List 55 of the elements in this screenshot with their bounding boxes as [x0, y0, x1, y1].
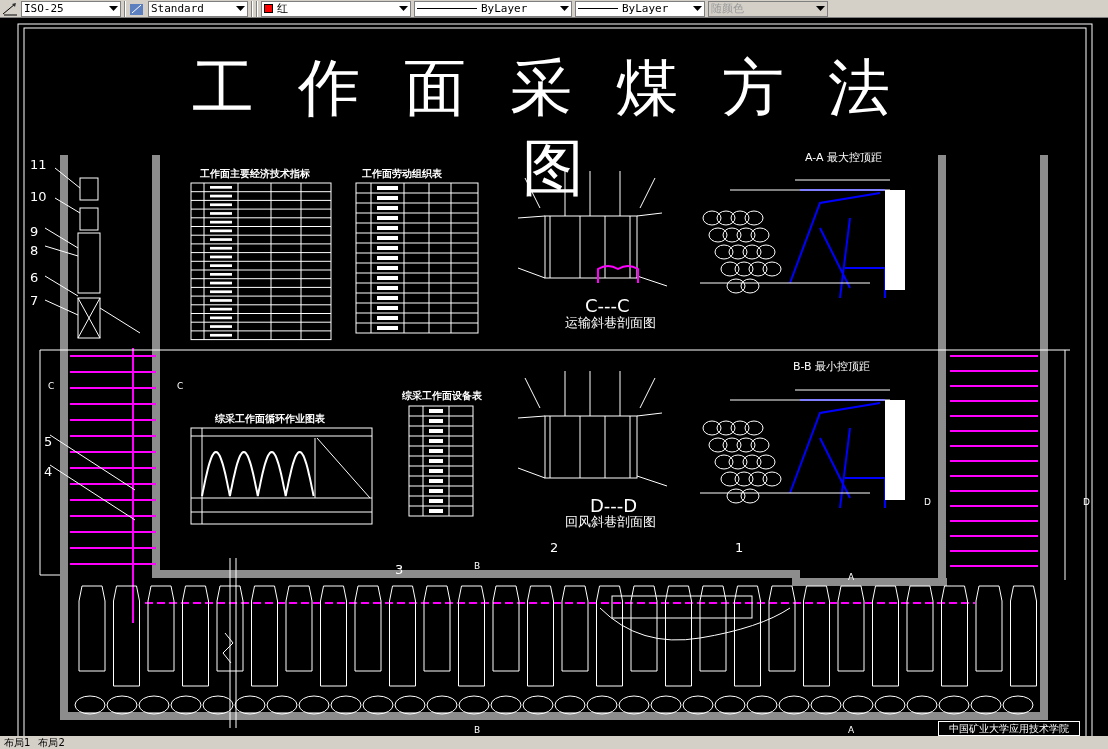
callout-number: 9 [30, 225, 39, 240]
section-mark: B [474, 726, 481, 736]
text-style-dropdown[interactable]: Standard [148, 0, 248, 17]
section-label: B-B 最小控顶距 [793, 361, 871, 374]
caret-icon [399, 6, 408, 11]
caret-icon [693, 6, 702, 11]
layout-tab[interactable]: 布局2 [38, 736, 65, 749]
section-mark: C [48, 382, 55, 392]
leader-line [99, 307, 141, 334]
section-mark: D [1083, 498, 1090, 508]
section-mark: D [924, 498, 931, 508]
line-sample-icon [578, 8, 618, 9]
section-label: D---D [590, 496, 638, 516]
callout-number: 1 [735, 541, 744, 556]
drawing-title: 图 [522, 130, 584, 206]
callout-number: 8 [30, 244, 39, 259]
callout-number: 7 [30, 294, 39, 309]
table-title: 工作面劳动组织表 [362, 168, 442, 179]
section-label: C---C [585, 296, 630, 316]
linetype-dropdown[interactable]: ByLayer [414, 0, 572, 17]
section-mark: A [848, 726, 855, 736]
section-caption: 回风斜巷剖面图 [565, 515, 656, 530]
callout-number: 6 [30, 271, 39, 286]
drawing-title: 工作面采煤方法 [192, 50, 934, 126]
text-style-icon[interactable] [129, 1, 145, 16]
lineweight-dropdown[interactable]: ByLayer [575, 0, 705, 17]
leader-line [54, 197, 81, 214]
title-block: 中国矿业大学应用技术学院 [938, 721, 1080, 736]
section-label: A-A 最大控顶距 [805, 152, 883, 165]
callout-number: 4 [44, 465, 53, 480]
leader-line [44, 299, 79, 316]
callout-number: 3 [395, 563, 404, 578]
callout-number: 2 [550, 541, 559, 556]
leader-line [44, 275, 79, 297]
line-sample-icon [417, 8, 477, 9]
table-title: 综采工作面循环作业图表 [215, 413, 325, 424]
caret-icon [816, 6, 825, 11]
caret-icon [109, 6, 118, 11]
callout-number: 5 [44, 435, 53, 450]
section-mark: C [177, 382, 184, 392]
callout-number: 10 [30, 190, 47, 205]
color-dropdown[interactable]: 红 [261, 0, 411, 17]
callout-number: 11 [30, 158, 47, 173]
section-mark: A [848, 573, 855, 583]
color-swatch [264, 4, 273, 13]
dimension-style-icon[interactable] [2, 1, 18, 16]
dimension-style-dropdown[interactable]: ISO-25 [21, 0, 121, 17]
layout-tab[interactable]: 布局1 [4, 736, 31, 749]
table-title: 工作面主要经济技术指标 [200, 168, 310, 179]
table-title: 综采工作面设备表 [402, 390, 482, 401]
leader-line [54, 167, 81, 189]
section-mark: B [474, 562, 481, 572]
section-caption: 运输斜巷剖面图 [565, 316, 656, 331]
caret-icon [560, 6, 569, 11]
caret-icon [236, 6, 245, 11]
